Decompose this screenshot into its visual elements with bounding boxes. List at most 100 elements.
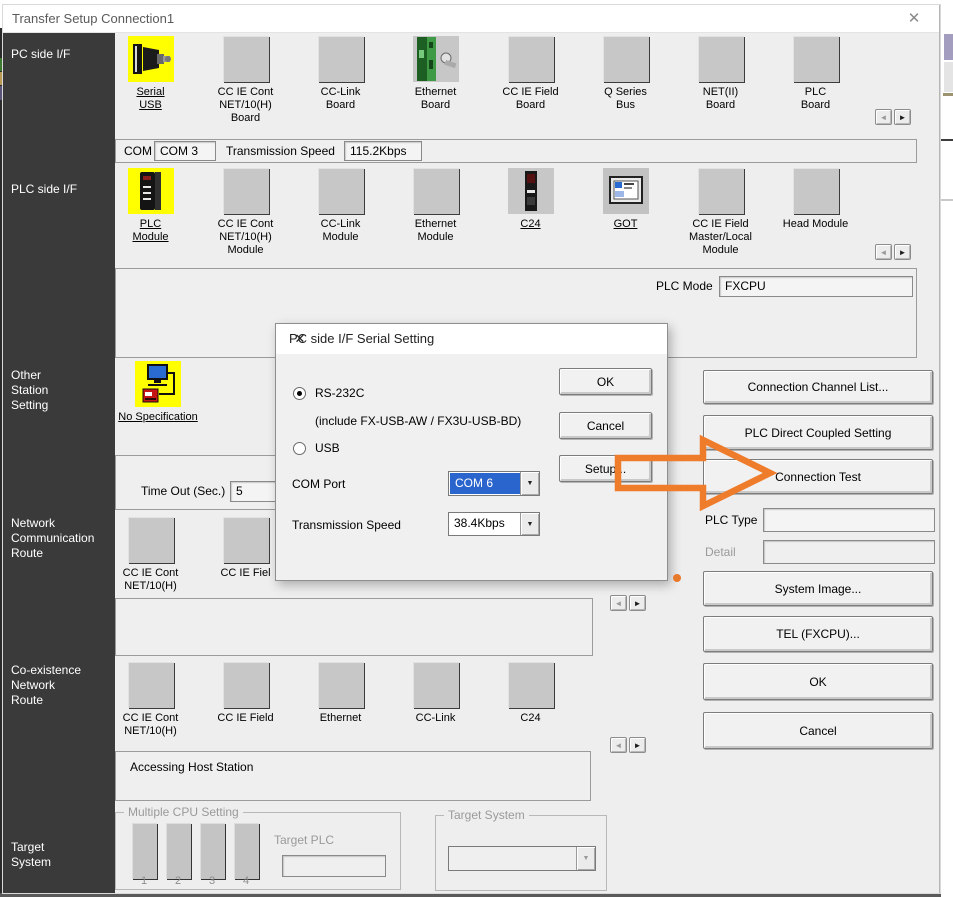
- target-system-group: Target System ▼: [435, 815, 607, 891]
- device-coex-cclink[interactable]: CC-Link: [388, 662, 483, 738]
- dialog-setup-button[interactable]: Setup...: [559, 455, 652, 482]
- dialog-cancel-button[interactable]: Cancel: [559, 412, 652, 439]
- accessing-host-text: Accessing Host Station: [130, 760, 253, 774]
- desktop-right-faint-line: [941, 199, 953, 201]
- device-label: Ethernet Board: [415, 86, 457, 112]
- device-coex-ccie-field[interactable]: CC IE Field: [198, 662, 293, 738]
- system-image-button[interactable]: System Image...: [703, 571, 933, 606]
- device-plc-board[interactable]: PLC Board: [768, 36, 863, 125]
- device-label: Ethernet: [320, 712, 362, 725]
- desktop-right-strip: [941, 0, 953, 897]
- device-ccie-field-board[interactable]: CC IE Field Board: [483, 36, 578, 125]
- device-label: CC IE Fiel: [220, 567, 270, 580]
- desktop-right-dark-line: [941, 139, 953, 141]
- device-no-specification[interactable]: No Specification: [103, 361, 213, 424]
- device-ethernet-board[interactable]: Ethernet Board: [388, 36, 483, 125]
- com-port-label: COM Port: [292, 477, 345, 491]
- scroll-right-icon[interactable]: ►: [894, 244, 911, 260]
- scroll-right-icon[interactable]: ►: [629, 737, 646, 753]
- include-note: (include FX-USB-AW / FX3U-USB-BD): [315, 414, 521, 428]
- plc-module-icon: [128, 168, 174, 214]
- window-close-icon[interactable]: ✕: [903, 9, 925, 27]
- multiple-cpu-legend: Multiple CPU Setting: [124, 805, 243, 819]
- module-placeholder-icon: [128, 517, 174, 563]
- connection-test-button[interactable]: Connection Test: [703, 459, 933, 494]
- device-coex-c24[interactable]: C24: [483, 662, 578, 738]
- board-placeholder-icon: [793, 36, 839, 82]
- transmission-speed-label: Transmission Speed: [226, 144, 335, 158]
- rs232c-label: RS-232C: [315, 386, 364, 400]
- device-coex-ccie-cont[interactable]: CC IE Cont NET/10(H): [103, 662, 198, 738]
- scroll-right-icon[interactable]: ►: [894, 109, 911, 125]
- plc-mode-field[interactable]: FXCPU: [719, 276, 913, 297]
- speed-value: 38.4Kbps: [449, 513, 520, 535]
- module-placeholder-icon: [318, 168, 364, 214]
- target-system-legend: Target System: [444, 808, 529, 822]
- device-coex-ethernet[interactable]: Ethernet: [293, 662, 388, 738]
- device-got[interactable]: GOT: [578, 168, 673, 257]
- desktop-right-gray-box: [944, 62, 953, 92]
- multiple-cpu-group: Multiple CPU Setting 1 2 3 4 Target PLC: [115, 812, 401, 890]
- scroll-left-icon[interactable]: ◄: [610, 737, 627, 753]
- chevron-down-icon[interactable]: ▼: [520, 513, 539, 535]
- device-label: CC IE Cont NET/10(H): [123, 712, 179, 738]
- device-label: CC-Link Module: [321, 218, 361, 244]
- transmission-speed-field[interactable]: 115.2Kbps: [344, 141, 422, 161]
- chevron-down-icon[interactable]: ▼: [520, 472, 539, 495]
- dialog-ok-button[interactable]: OK: [559, 368, 652, 395]
- connection-channel-list-button[interactable]: Connection Channel List...: [703, 370, 933, 404]
- sidebar-item-pc-side: PC side I/F: [11, 47, 70, 62]
- device-serial-usb[interactable]: Serial USB: [103, 36, 198, 125]
- sidebar-item-other-station: Other Station Setting: [11, 368, 48, 413]
- desktop-right-purple-box: [944, 34, 953, 60]
- rs232c-radio[interactable]: [293, 387, 306, 400]
- device-q-series-bus[interactable]: Q Series Bus: [578, 36, 673, 125]
- device-label: Ethernet Module: [415, 218, 457, 244]
- com-port-combo[interactable]: COM 6 ▼: [448, 471, 540, 496]
- device-label: C24: [520, 218, 540, 231]
- category-sidebar: PC side I/F PLC side I/F Other Station S…: [3, 33, 115, 893]
- usb-radio[interactable]: [293, 442, 306, 455]
- device-ethernet-module[interactable]: Ethernet Module: [388, 168, 483, 257]
- com-label: COM: [124, 144, 152, 158]
- accessing-host-box: Accessing Host Station: [115, 751, 591, 801]
- desktop-bottom-strip: [0, 893, 941, 897]
- cpu-slot-2: [166, 823, 191, 879]
- plc-direct-coupled-button[interactable]: PLC Direct Coupled Setting: [703, 415, 933, 450]
- target-system-combo: ▼: [448, 846, 596, 871]
- com-value-field[interactable]: COM 3: [154, 141, 216, 161]
- cancel-button[interactable]: Cancel: [703, 712, 933, 749]
- cpu-slot-number: 3: [209, 875, 215, 887]
- device-cclink-board[interactable]: CC-Link Board: [293, 36, 388, 125]
- target-plc-label: Target PLC: [274, 833, 334, 847]
- scroll-left-icon[interactable]: ◄: [875, 244, 892, 260]
- device-head-module[interactable]: Head Module: [768, 168, 863, 257]
- device-ccie-field-master[interactable]: CC IE Field Master/Local Module: [673, 168, 768, 257]
- device-label: CC IE Cont NET/10(H): [123, 567, 179, 593]
- device-netii-board[interactable]: NET(II) Board: [673, 36, 768, 125]
- device-net-route-ccie-cont[interactable]: CC IE Cont NET/10(H): [103, 517, 198, 593]
- ethernet-board-icon: [413, 36, 459, 82]
- tel-fxcpu-button[interactable]: TEL (FXCPU)...: [703, 616, 933, 652]
- got-terminal-icon: [603, 168, 649, 214]
- speed-combo[interactable]: 38.4Kbps ▼: [448, 512, 540, 536]
- device-label: NET(II) Board: [703, 86, 738, 112]
- device-ccie-cont-board[interactable]: CC IE Cont NET/10(H) Board: [198, 36, 293, 125]
- ok-button[interactable]: OK: [703, 663, 933, 700]
- board-placeholder-icon: [603, 36, 649, 82]
- dialog-close-icon[interactable]: ✕: [289, 331, 311, 347]
- device-c24[interactable]: C24: [483, 168, 578, 257]
- device-plc-module[interactable]: PLC Module: [103, 168, 198, 257]
- scroll-right-icon[interactable]: ►: [629, 595, 646, 611]
- plc-side-scroll: ◄ ►: [875, 244, 911, 260]
- cpu-slot-3: [200, 823, 225, 879]
- device-label: Q Series Bus: [604, 86, 647, 112]
- sidebar-item-network-route: Network Communication Route: [11, 516, 94, 561]
- no-specification-icon: [135, 361, 181, 407]
- scroll-left-icon[interactable]: ◄: [610, 595, 627, 611]
- plc-type-label: PLC Type: [705, 513, 757, 527]
- device-label: CC IE Cont NET/10(H) Board: [218, 86, 274, 125]
- device-ccie-cont-module[interactable]: CC IE Cont NET/10(H) Module: [198, 168, 293, 257]
- scroll-left-icon[interactable]: ◄: [875, 109, 892, 125]
- device-cclink-module[interactable]: CC-Link Module: [293, 168, 388, 257]
